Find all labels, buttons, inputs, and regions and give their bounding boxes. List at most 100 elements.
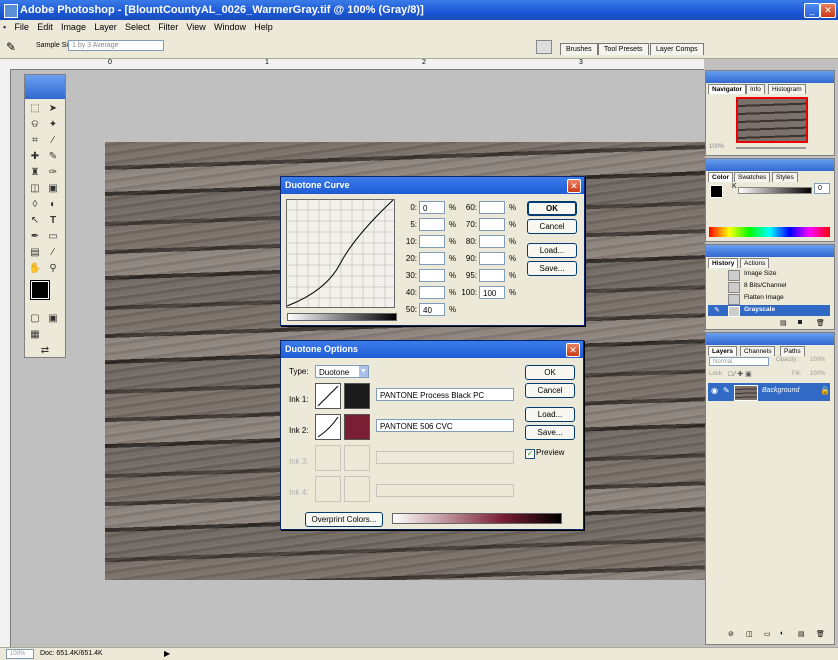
- curve-cancel-button[interactable]: Cancel: [527, 219, 577, 234]
- new-snapshot-icon[interactable]: ▤: [780, 319, 787, 327]
- tab-paths[interactable]: Paths: [780, 346, 805, 356]
- curve-field-90[interactable]: [479, 252, 505, 265]
- curve-ok-button[interactable]: OK: [527, 201, 577, 216]
- curve-field-100[interactable]: 100: [479, 286, 505, 299]
- new-layer-icon[interactable]: ▤: [798, 630, 805, 638]
- menu-view[interactable]: View: [183, 20, 208, 34]
- menu-image[interactable]: Image: [58, 20, 89, 34]
- layer-style-icon[interactable]: ⊘: [728, 630, 734, 638]
- fill-value[interactable]: 100%: [810, 371, 825, 377]
- status-arrow-icon[interactable]: ▶: [164, 649, 170, 658]
- curve-field-40[interactable]: [419, 286, 445, 299]
- path-selection-tool-icon[interactable]: ↖: [28, 215, 42, 227]
- quick-mask-icon[interactable]: ▢: [28, 313, 42, 325]
- history-state-brush-icon[interactable]: ✎: [714, 306, 720, 314]
- eyedropper-tool-icon[interactable]: ✎: [6, 40, 16, 54]
- status-zoom-field[interactable]: 100%: [6, 649, 34, 659]
- curve-load-button[interactable]: Load...: [527, 243, 577, 258]
- options-save-button[interactable]: Save...: [525, 425, 575, 440]
- screen-mode-icon[interactable]: ▦: [28, 329, 42, 341]
- overprint-colors-button[interactable]: Overprint Colors...: [305, 512, 383, 527]
- navigator-zoom-slider[interactable]: [736, 147, 806, 149]
- history-brush-tool-icon[interactable]: ✑: [46, 167, 60, 179]
- hand-tool-icon[interactable]: ✋: [28, 263, 42, 275]
- curve-field-70[interactable]: [479, 218, 505, 231]
- tab-actions[interactable]: Actions: [740, 258, 770, 268]
- camera-icon[interactable]: ◙: [798, 319, 802, 326]
- pen-tool-icon[interactable]: ✒: [28, 231, 42, 243]
- tab-layers[interactable]: Layers: [708, 346, 737, 356]
- curve-field-20[interactable]: [419, 252, 445, 265]
- crop-tool-icon[interactable]: ⌗: [28, 135, 42, 147]
- curve-field-60[interactable]: [479, 201, 505, 214]
- navigator-thumbnail[interactable]: [736, 97, 808, 143]
- history-item-selected[interactable]: ✎ Grayscale: [708, 305, 830, 317]
- close-window-button[interactable]: ✕: [820, 3, 836, 18]
- palette-well-icon[interactable]: [536, 40, 552, 54]
- options-load-button[interactable]: Load...: [525, 407, 575, 422]
- color-spectrum-bar[interactable]: [709, 227, 830, 237]
- chevron-down-icon[interactable]: ▼: [359, 366, 368, 377]
- trash-icon[interactable]: 🗑: [816, 319, 825, 327]
- jump-to-imageready-icon[interactable]: ⇄: [38, 345, 52, 357]
- ink1-curve-thumbnail[interactable]: [315, 383, 341, 409]
- adjustment-layer-icon[interactable]: ◐: [780, 630, 784, 637]
- menu-app-icon[interactable]: ▪: [0, 20, 9, 34]
- lock-icons[interactable]: □ ⁄ ✚ ▣: [728, 370, 752, 378]
- opacity-value[interactable]: 100%: [810, 357, 825, 363]
- eyedropper-icon[interactable]: ⁄: [46, 247, 60, 259]
- visibility-eye-icon[interactable]: ◉: [711, 386, 718, 395]
- notes-tool-icon[interactable]: ▤: [28, 247, 42, 259]
- type-tool-icon[interactable]: T: [46, 215, 60, 227]
- preview-checkbox[interactable]: ✓: [525, 449, 535, 459]
- tab-histogram[interactable]: Histogram: [768, 84, 806, 94]
- menu-filter[interactable]: Filter: [155, 20, 181, 34]
- marquee-tool-icon[interactable]: ⬚: [28, 103, 42, 115]
- curve-field-30[interactable]: [419, 269, 445, 282]
- options-ok-button[interactable]: OK: [525, 365, 575, 380]
- color-fg-swatch[interactable]: [710, 185, 723, 198]
- healing-brush-tool-icon[interactable]: ✚: [28, 151, 42, 163]
- menu-select[interactable]: Select: [122, 20, 153, 34]
- minimize-button[interactable]: _: [804, 3, 820, 18]
- tab-brushes[interactable]: Brushes: [560, 43, 598, 55]
- menu-layer[interactable]: Layer: [91, 20, 120, 34]
- blend-mode-select[interactable]: Normal: [709, 357, 769, 366]
- lasso-tool-icon[interactable]: ଡ: [28, 119, 42, 131]
- history-item[interactable]: Image Size: [708, 269, 830, 281]
- menu-help[interactable]: Help: [251, 20, 276, 34]
- tab-styles[interactable]: Styles: [772, 172, 798, 182]
- tab-swatches[interactable]: Swatches: [734, 172, 771, 182]
- slice-tool-icon[interactable]: ⁄: [46, 135, 60, 147]
- clone-stamp-tool-icon[interactable]: ♜: [28, 167, 42, 179]
- duotone-options-close-button[interactable]: ✕: [566, 343, 580, 357]
- curve-field-0[interactable]: 0: [419, 201, 445, 214]
- gradient-tool-icon[interactable]: ▣: [46, 183, 60, 195]
- curve-field-50[interactable]: 40: [419, 303, 445, 316]
- zoom-tool-icon[interactable]: ⚲: [46, 263, 60, 275]
- standard-mode-icon[interactable]: ▣: [46, 313, 60, 325]
- history-item[interactable]: Flatten Image: [708, 293, 830, 305]
- foreground-color-swatch[interactable]: [30, 280, 50, 300]
- tab-tool-presets[interactable]: Tool Presets: [598, 43, 649, 55]
- ink2-color-swatch[interactable]: [344, 414, 370, 440]
- layer-row-background[interactable]: ◉ ✎ Background 🔒: [708, 383, 830, 401]
- menu-edit[interactable]: Edit: [34, 20, 56, 34]
- ink1-color-swatch[interactable]: [344, 383, 370, 409]
- ink2-curve-thumbnail[interactable]: [315, 414, 341, 440]
- curve-field-10[interactable]: [419, 235, 445, 248]
- blur-tool-icon[interactable]: ◊: [28, 199, 42, 211]
- k-slider[interactable]: [738, 187, 812, 194]
- navigator-zoom-value[interactable]: 100%: [709, 144, 724, 150]
- history-item[interactable]: 8 Bits/Channel: [708, 281, 830, 293]
- tab-channels[interactable]: Channels: [740, 346, 776, 356]
- shape-tool-icon[interactable]: ▭: [46, 231, 60, 243]
- curve-field-80[interactable]: [479, 235, 505, 248]
- ink1-name-field[interactable]: PANTONE Process Black PC: [376, 388, 514, 401]
- new-group-icon[interactable]: ▭: [764, 630, 771, 638]
- move-tool-icon[interactable]: ➤: [46, 103, 60, 115]
- curve-field-95[interactable]: [479, 269, 505, 282]
- magic-wand-tool-icon[interactable]: ✦: [46, 119, 60, 131]
- layer-brush-icon[interactable]: ✎: [723, 386, 730, 395]
- k-value-field[interactable]: 0: [814, 183, 830, 194]
